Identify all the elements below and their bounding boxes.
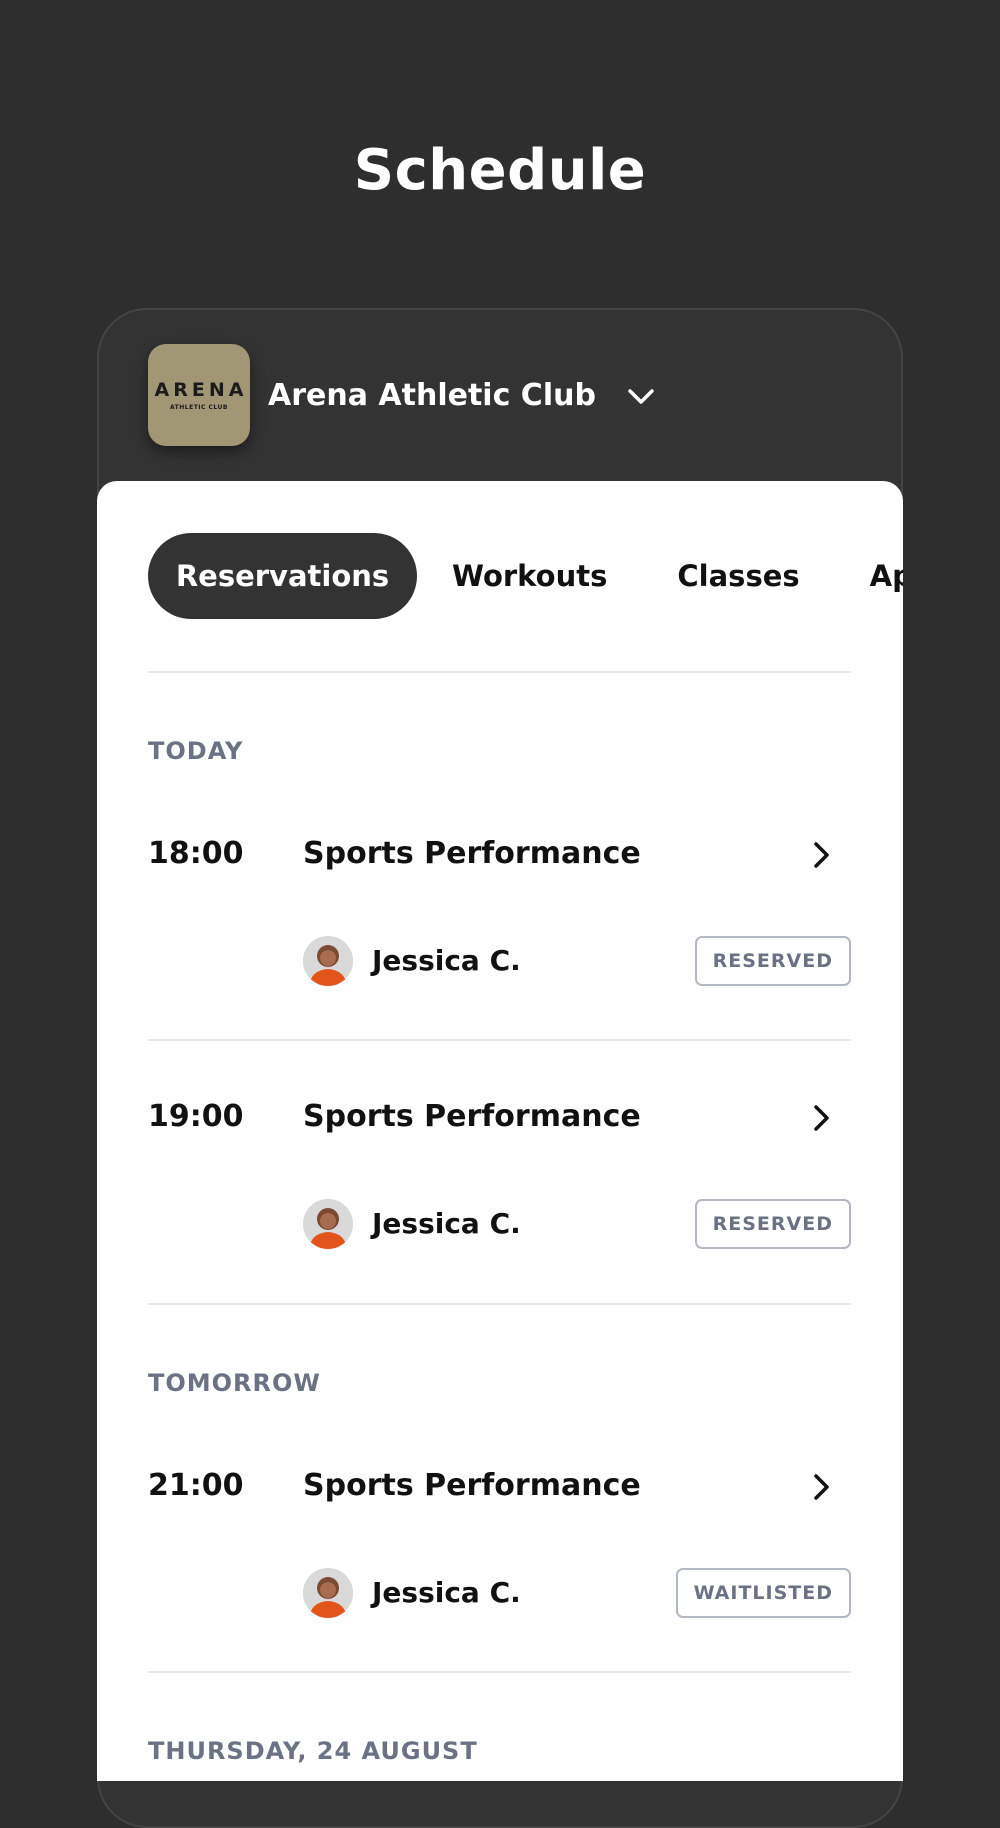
coach-name: Jessica C.: [372, 1576, 521, 1609]
divider: [148, 671, 851, 673]
avatar: [303, 1568, 353, 1618]
club-selector[interactable]: ARENA ATHLETIC CLUB Arena Athletic Club: [148, 344, 658, 446]
chevron-down-icon[interactable]: [624, 380, 658, 414]
club-logo-wordmark: ARENA: [154, 379, 248, 401]
tab-reservations[interactable]: Reservations: [148, 533, 417, 619]
club-logo: ARENA ATHLETIC CLUB: [148, 344, 250, 446]
divider: [148, 1039, 851, 1041]
page-title: Schedule: [353, 138, 647, 203]
chevron-right-icon[interactable]: [803, 837, 839, 873]
coach-name: Jessica C.: [372, 944, 521, 977]
section-label-today: TODAY: [148, 737, 244, 765]
reservation-title[interactable]: Sports Performance: [303, 836, 641, 871]
reservation-title[interactable]: Sports Performance: [303, 1099, 641, 1134]
coach-name: Jessica C.: [372, 1207, 521, 1240]
section-label-thursday: THURSDAY, 24 AUGUST: [148, 1737, 478, 1765]
chevron-right-icon[interactable]: [803, 1469, 839, 1505]
club-logo-subtitle: ATHLETIC CLUB: [170, 404, 228, 411]
reservation-time: 18:00: [148, 836, 244, 871]
reservation-time: 19:00: [148, 1099, 244, 1134]
avatar: [303, 936, 353, 986]
tab-appointments[interactable]: Appointments: [835, 533, 903, 619]
reservation-title[interactable]: Sports Performance: [303, 1468, 641, 1503]
status-badge: RESERVED: [694, 1199, 851, 1249]
section-label-tomorrow: TOMORROW: [148, 1369, 321, 1397]
status-badge: RESERVED: [694, 936, 851, 986]
divider: [148, 1671, 851, 1673]
reservation-time: 21:00: [148, 1468, 244, 1503]
chevron-right-icon[interactable]: [803, 1100, 839, 1136]
tab-classes[interactable]: Classes: [642, 533, 834, 619]
divider: [148, 1303, 851, 1305]
avatar: [303, 1199, 353, 1249]
status-badge: WAITLISTED: [675, 1568, 851, 1618]
schedule-card: Reservations Workouts Classes Appointmen…: [97, 481, 903, 1781]
club-name[interactable]: Arena Athletic Club: [268, 378, 596, 413]
tab-workouts[interactable]: Workouts: [417, 533, 642, 619]
tab-bar: Reservations Workouts Classes Appointmen…: [148, 533, 903, 619]
